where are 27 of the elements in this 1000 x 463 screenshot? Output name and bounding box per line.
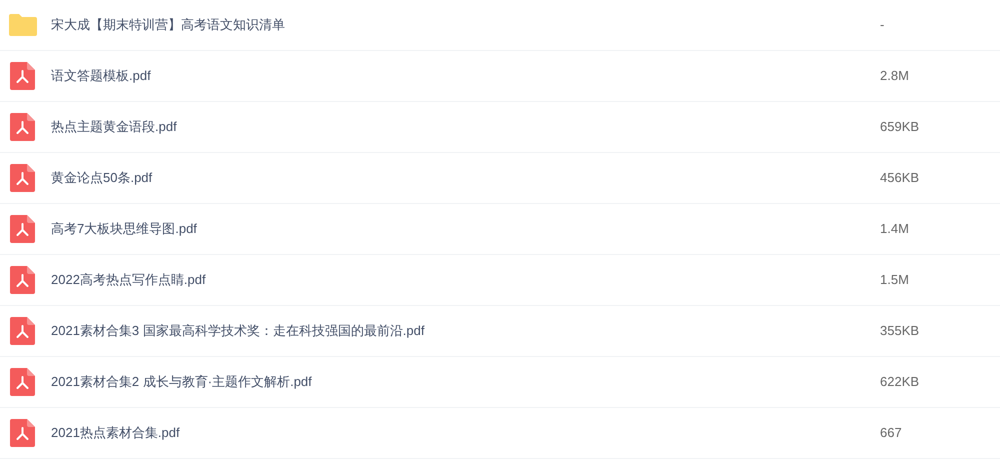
pdf-file-icon xyxy=(10,266,35,294)
file-size: 1.5M xyxy=(880,271,910,290)
file-size: 2.8M xyxy=(880,67,910,86)
pdf-file-icon xyxy=(10,62,35,90)
file-size: 355KB xyxy=(880,322,920,340)
pdf-file-icon xyxy=(10,164,35,192)
file-name[interactable]: 2021素材合集2 成长与教育·主题作文解析.pdf xyxy=(51,372,312,392)
file-size: 456KB xyxy=(880,169,920,188)
pdf-file-icon xyxy=(10,215,35,243)
file-size: 659KB xyxy=(880,118,920,136)
pdf-file-icon xyxy=(10,113,35,141)
file-name[interactable]: 语文答题模板.pdf xyxy=(51,66,151,86)
file-size: 667 xyxy=(880,424,903,442)
file-name[interactable]: 宋大成【期末特训营】高考语文知识清单 xyxy=(51,15,285,35)
pdf-file-icon xyxy=(10,317,35,345)
file-name[interactable]: 2022高考热点写作点睛.pdf xyxy=(51,270,206,290)
file-size: 1.4M xyxy=(880,220,910,238)
file-name[interactable]: 2021热点素材合集.pdf xyxy=(51,423,180,443)
pdf-file-icon xyxy=(10,419,35,447)
file-size: - xyxy=(880,16,886,34)
file-size: 622KB xyxy=(880,373,920,392)
folder-icon xyxy=(8,13,38,37)
file-name[interactable]: 2021素材合集3 国家最高科学技术奖：走在科技强国的最前沿.pdf xyxy=(51,321,424,341)
file-name[interactable]: 热点主题黄金语段.pdf xyxy=(51,117,177,137)
file-name[interactable]: 黄金论点50条.pdf xyxy=(51,168,152,188)
pdf-file-icon xyxy=(10,368,35,396)
file-name[interactable]: 高考7大板块思维导图.pdf xyxy=(51,219,197,239)
